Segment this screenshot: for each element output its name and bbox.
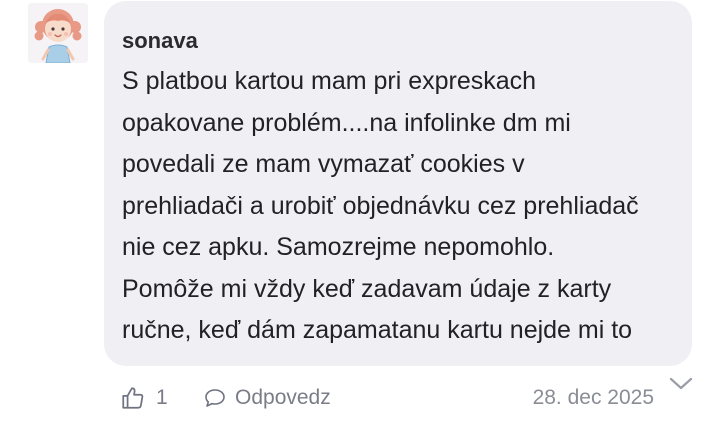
comment-text-line: ručne, keď dám zapamatanu kartu nejde mi… xyxy=(122,316,633,344)
speech-bubble-icon xyxy=(205,389,225,407)
reply-button[interactable]: Odpovedz xyxy=(203,378,331,418)
comment-text-line: prehliadači a urobiť objednávku cez preh… xyxy=(122,191,639,220)
comment-text-line: S platbou kartou mam pri expreskach xyxy=(122,67,537,95)
comment-bubble: sonava S platbou kartou mam pri expreska… xyxy=(104,1,692,366)
avatar[interactable] xyxy=(28,3,88,63)
chevron-down-icon xyxy=(669,377,693,390)
like-button[interactable]: 1 xyxy=(120,378,168,418)
comment-text: S platbou kartou mam pri expreskach opak… xyxy=(122,61,682,352)
comment-actions: 1 Odpovedz 28. dec 2025 xyxy=(0,378,719,418)
comment-text-line: opakovane problém....na infolinke dm mi xyxy=(122,108,571,137)
comment-author[interactable]: sonava xyxy=(122,28,198,54)
comment-text-line: nie cez apku. Samozrejme nepomohlo. xyxy=(122,233,555,261)
comment-text-line: Pomôže mi vždy keď zadavam údaje z karty xyxy=(122,274,612,303)
thumbs-up-icon xyxy=(122,387,144,409)
comment-text-line: povedali ze mam vymazať cookies v xyxy=(122,150,525,178)
expand-button[interactable] xyxy=(668,374,694,394)
reply-label: Odpovedz xyxy=(235,386,331,409)
comment-thread: sonava S platbou kartou mam pri expreska… xyxy=(0,0,719,440)
comment-date: 28. dec 2025 xyxy=(532,386,654,409)
like-count: 1 xyxy=(156,386,168,409)
girl-avatar-icon xyxy=(28,3,88,63)
